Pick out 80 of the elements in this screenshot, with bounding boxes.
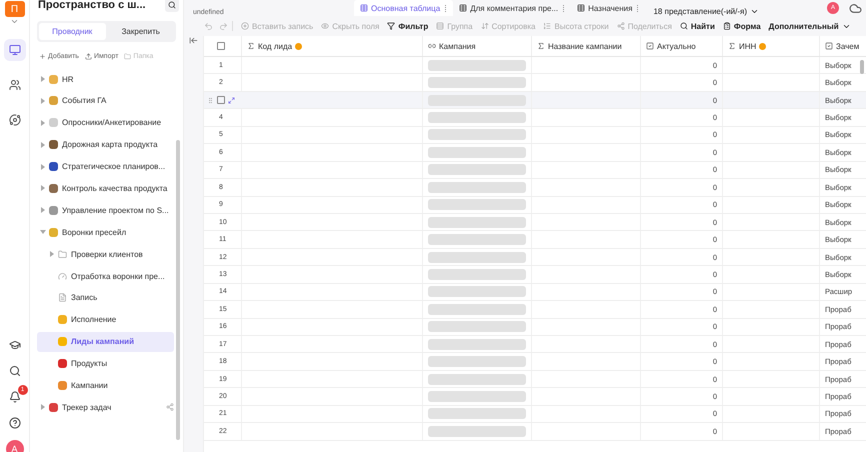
table-icon[interactable] (577, 4, 586, 12)
formula-icon (728, 42, 736, 50)
toolbar-button[interactable]: Найти (676, 22, 719, 30)
graduation-cap-icon[interactable] (8, 339, 20, 351)
monitor-icon[interactable] (8, 44, 20, 56)
tree-item[interactable]: Контроль качества продукта (37, 178, 174, 198)
caret-icon[interactable] (41, 98, 45, 104)
tree-item[interactable]: Опросники/Анкетирование (37, 112, 174, 133)
tree-item[interactable]: Стратегическое планиров... (37, 156, 174, 177)
help-icon[interactable] (8, 417, 20, 429)
link-icon (428, 42, 436, 50)
row-checkbox[interactable] (217, 96, 225, 104)
view-tab[interactable]: Назначения (571, 0, 646, 16)
planet-icon[interactable] (8, 114, 20, 126)
monitor-nav-button[interactable] (4, 39, 26, 61)
expand-icon[interactable] (228, 96, 235, 104)
form-icon[interactable] (722, 22, 731, 30)
chevron-down-icon[interactable] (750, 7, 760, 16)
redo-icon[interactable] (219, 22, 228, 30)
undo-icon[interactable] (204, 22, 213, 30)
column-header[interactable]: Код лида (258, 42, 292, 50)
plus-icon[interactable] (39, 52, 46, 60)
tree-item[interactable]: Управление проектом по S... (37, 200, 174, 220)
view-tab[interactable]: Основная таблица (354, 0, 454, 16)
views-dropdown[interactable]: 18 представление(-ий/-я) (653, 7, 760, 16)
tree-item[interactable]: События ГА (37, 90, 174, 111)
toolbar-button[interactable]: Форма (718, 22, 765, 30)
search-icon[interactable] (8, 365, 20, 377)
document-icon (58, 293, 67, 302)
collapse-sidebar-icon[interactable] (189, 36, 198, 45)
tree-item[interactable]: Кампании (37, 375, 174, 396)
table-icon[interactable] (360, 4, 368, 12)
caret-icon[interactable] (41, 164, 45, 170)
formula-icon (537, 42, 545, 50)
caret-icon[interactable] (50, 251, 54, 258)
search-button[interactable] (165, 0, 179, 12)
select-all-checkbox[interactable] (217, 42, 225, 50)
tree-item[interactable]: Трекер задач (37, 397, 174, 418)
table-icon[interactable] (459, 4, 468, 12)
column-header[interactable]: ИНН (739, 42, 756, 50)
column-header[interactable]: Зачем (836, 42, 860, 50)
people-icon[interactable] (8, 79, 20, 91)
caret-icon[interactable] (41, 120, 45, 126)
caret-icon[interactable] (41, 185, 45, 192)
tree-item[interactable]: Продукты (37, 354, 174, 374)
formula-icon (247, 42, 255, 50)
search-icon[interactable] (168, 1, 176, 9)
tree-item[interactable]: Воронки пресейл (37, 222, 174, 242)
tree-item[interactable]: Дорожная карта продукта (37, 134, 174, 155)
column-header[interactable]: Название кампании (548, 42, 622, 50)
column-header[interactable]: Актуально (657, 42, 696, 50)
scrollbar[interactable] (860, 60, 864, 74)
caret-icon[interactable] (41, 207, 45, 214)
more-icon[interactable] (445, 4, 448, 12)
cloud-icon[interactable] (849, 2, 862, 14)
filter-icon[interactable] (387, 22, 396, 30)
sidebar-tab[interactable]: Проводник (39, 23, 106, 40)
tree-item[interactable]: Отработка воронки пре... (37, 266, 174, 286)
toolbar-button[interactable]: Дополнительный (764, 22, 855, 30)
tree-item[interactable]: HR (37, 69, 174, 89)
view-tab[interactable]: Для комментария пре... (453, 0, 572, 16)
caret-icon[interactable] (41, 142, 45, 148)
tree-item[interactable]: Запись (37, 288, 174, 308)
search-icon[interactable] (680, 22, 688, 30)
toolbar-button[interactable]: Фильтр (383, 22, 432, 30)
gauge-icon (58, 272, 67, 281)
column-header[interactable]: Кампания (439, 42, 476, 50)
share-icon[interactable] (166, 403, 174, 412)
caret-icon[interactable] (41, 404, 45, 410)
tree-item[interactable]: Проверки клиентов (37, 244, 174, 264)
sidebar-tab[interactable]: Закрепить (108, 23, 174, 40)
tree-item[interactable]: Лиды кампаний (37, 332, 174, 352)
folder-icon (58, 250, 67, 259)
bell-icon[interactable] (8, 391, 20, 403)
more-icon[interactable] (563, 4, 566, 12)
workspace-title: Пространство с ш... (38, 0, 147, 11)
upload-icon[interactable] (84, 52, 92, 60)
scrollbar[interactable] (176, 140, 180, 440)
caret-icon[interactable] (41, 76, 45, 82)
tree-item[interactable]: Исполнение (37, 310, 174, 330)
